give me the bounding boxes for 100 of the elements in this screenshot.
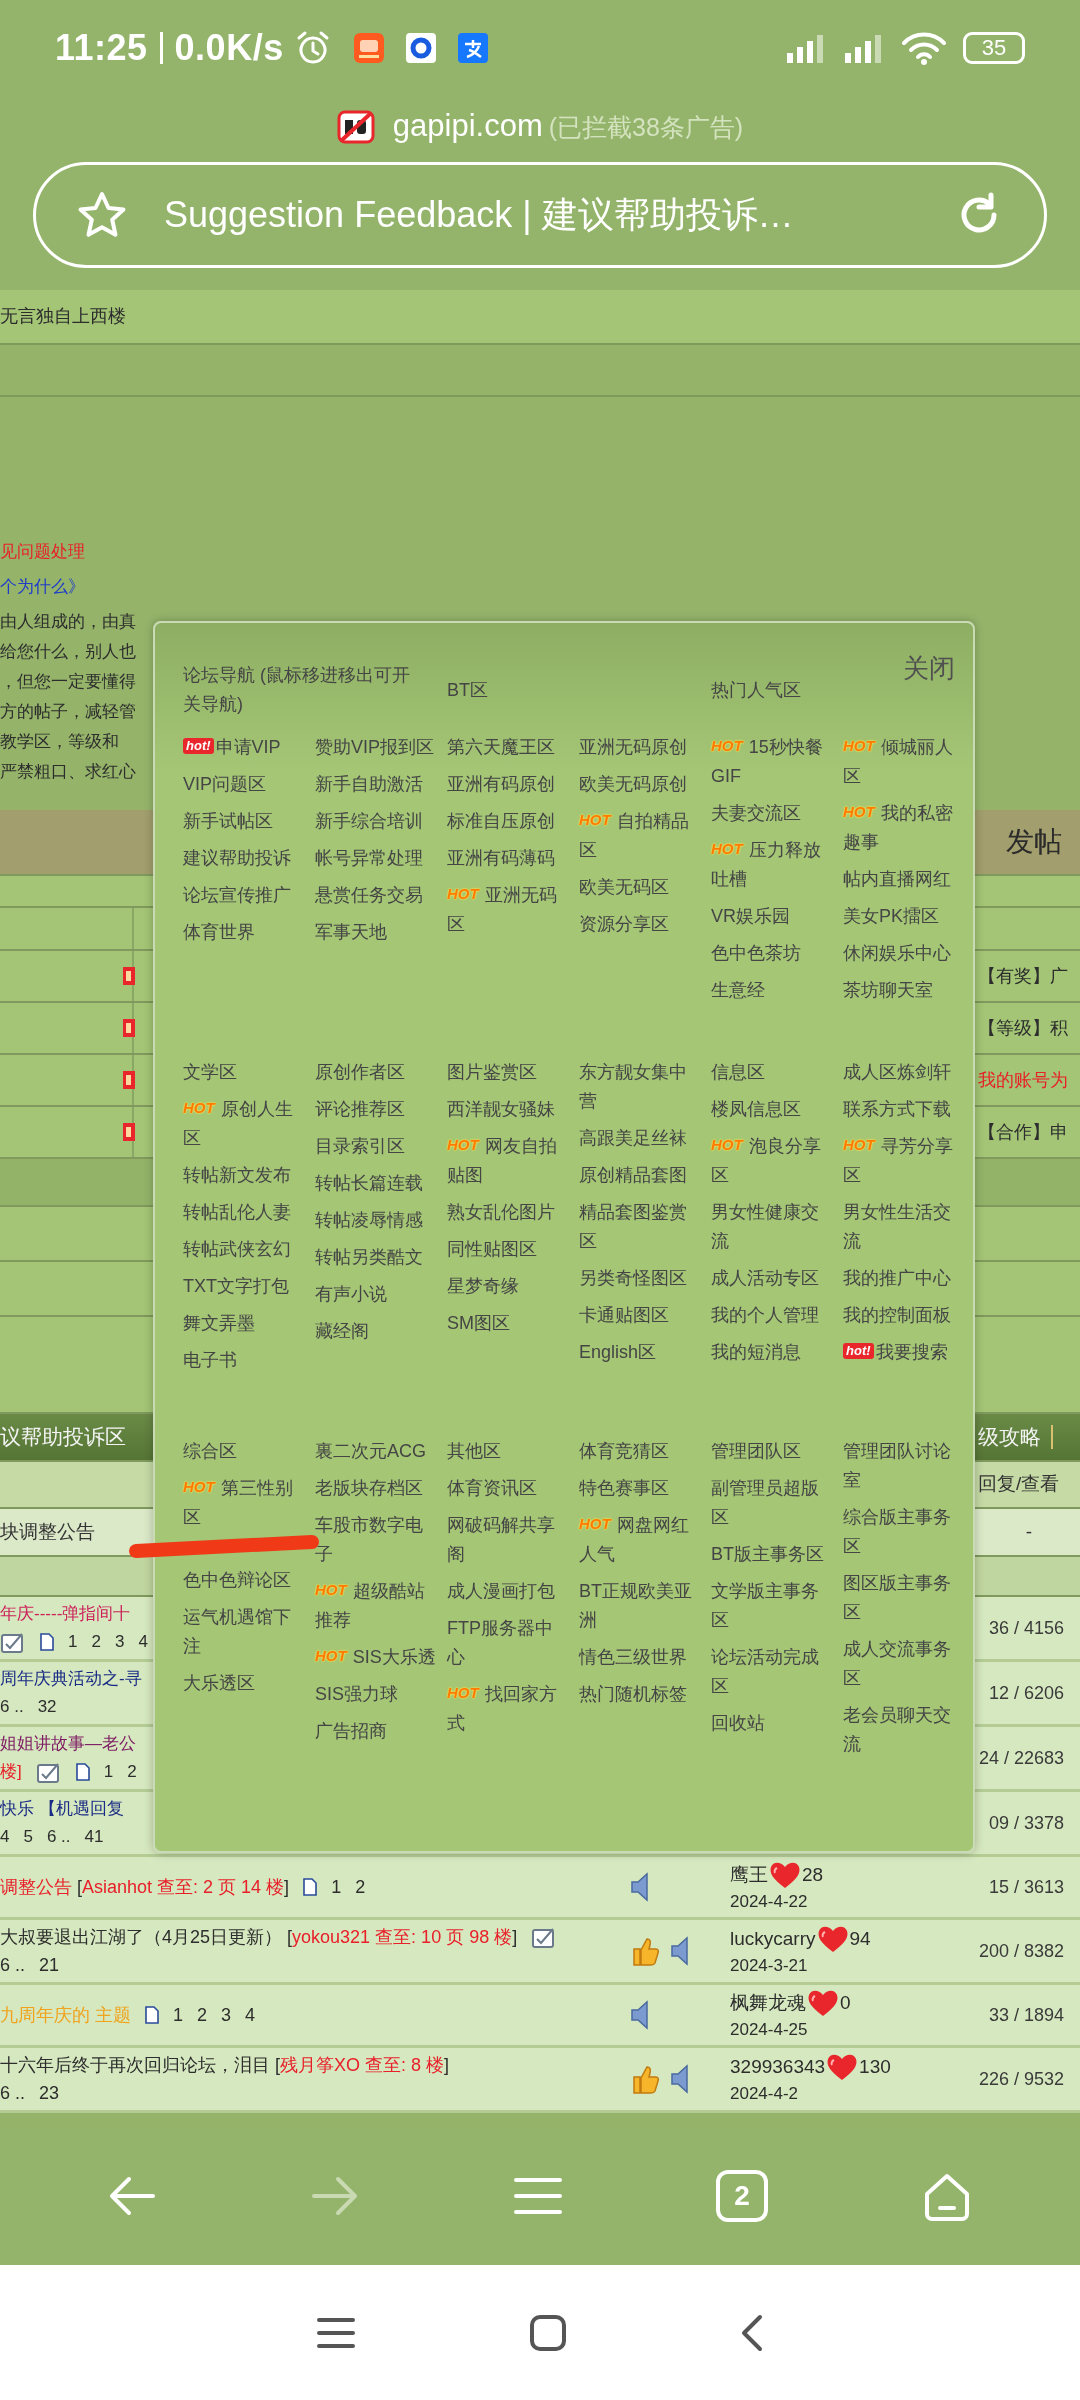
- menu-link[interactable]: 大乐透区: [183, 1665, 305, 1702]
- menu-link[interactable]: 文学版主事务区: [711, 1573, 833, 1639]
- menu-link[interactable]: 帐号异常处理: [315, 840, 437, 877]
- forward-icon[interactable]: [309, 2174, 360, 2218]
- announcement-link[interactable]: 【等级】积: [978, 1014, 1080, 1042]
- menu-link[interactable]: 转帖长篇连载: [315, 1165, 437, 1202]
- menu-link[interactable]: 舞文弄墨: [183, 1305, 305, 1342]
- menu-link[interactable]: 原创精品套图: [579, 1157, 701, 1194]
- menu-link[interactable]: 东方靓女集中营: [579, 1054, 701, 1120]
- menu-link[interactable]: 老会员聊天交流: [843, 1697, 965, 1763]
- menu-link[interactable]: 综合版主事务区: [843, 1499, 965, 1565]
- thread-title[interactable]: 调整公告 [Asianhot 查至: 2 页 14 楼]: [0, 1873, 290, 1901]
- menu-link[interactable]: 副管理员超版区: [711, 1470, 833, 1536]
- menu-icon[interactable]: [316, 2315, 357, 2350]
- menu-link[interactable]: 老版块存档区: [315, 1470, 437, 1507]
- menu-link[interactable]: 广告招商: [315, 1713, 437, 1750]
- menu-link[interactable]: 欧美无码原创: [579, 766, 701, 803]
- page-link[interactable]: 2: [355, 1873, 366, 1901]
- menu-link[interactable]: SM图区: [447, 1305, 569, 1342]
- menu-link[interactable]: 特色赛事区: [579, 1470, 701, 1507]
- menu-link[interactable]: 体育世界: [183, 914, 305, 951]
- menu-link[interactable]: 标准自压原创: [447, 803, 569, 840]
- menu-link[interactable]: HOT 亚洲无码区: [447, 877, 569, 943]
- menu-link[interactable]: HOT 找回家方式: [447, 1676, 569, 1742]
- page-link[interactable]: 3: [114, 1628, 125, 1656]
- thread-title[interactable]: 姐姐讲故事—老公: [0, 1730, 136, 1758]
- page-link[interactable]: 6 ..: [46, 1823, 71, 1851]
- page-link[interactable]: 2: [91, 1628, 101, 1656]
- menu-link[interactable]: HOT 我的私密趣事: [843, 795, 965, 861]
- guide-link[interactable]: 级攻略: [978, 1421, 1041, 1453]
- menu-link[interactable]: VR娱乐园: [711, 898, 833, 935]
- menu-link[interactable]: 男女性健康交流: [711, 1194, 833, 1260]
- menu-link[interactable]: 生意经: [711, 972, 833, 1009]
- menu-link[interactable]: 有声小说: [315, 1276, 437, 1313]
- menu-link[interactable]: BT正规欧美亚洲: [579, 1573, 701, 1639]
- menu-link[interactable]: HOT 网友自拍贴图: [447, 1128, 569, 1194]
- menu-link[interactable]: 茶坊聊天室: [843, 972, 965, 1009]
- menu-link[interactable]: 转帖武侠玄幻: [183, 1231, 305, 1268]
- menu-link[interactable]: 新手自助激活: [315, 766, 437, 803]
- menu-link[interactable]: 欧美无码区: [579, 869, 701, 906]
- page-link[interactable]: 6 ..: [0, 1951, 25, 1979]
- menu-link[interactable]: 休闲娱乐中心: [843, 935, 965, 972]
- home-icon[interactable]: [529, 2313, 567, 2352]
- menu-link[interactable]: HOT 第三性别区: [183, 1470, 305, 1536]
- page-link[interactable]: 6 ..: [0, 2079, 25, 2107]
- link[interactable]: 个为什么》: [0, 572, 85, 602]
- menu-link[interactable]: 管理团队讨论室: [843, 1433, 965, 1499]
- menu-link[interactable]: VIP问题区: [183, 766, 305, 803]
- page-link[interactable]: 1: [103, 1758, 114, 1786]
- page-link[interactable]: 1: [68, 1628, 78, 1656]
- menu-link[interactable]: 联系方式下载: [843, 1091, 965, 1128]
- menu-link[interactable]: 楼凤信息区: [711, 1091, 833, 1128]
- menu-link[interactable]: 转帖另类酷文: [315, 1239, 437, 1276]
- menu-link[interactable]: 运气机遇馆下注: [183, 1599, 305, 1665]
- menu-link[interactable]: 我的推广中心: [843, 1260, 965, 1297]
- page-link[interactable]: 1: [173, 2001, 184, 2029]
- menu-link[interactable]: 回收站: [711, 1705, 833, 1742]
- page-link[interactable]: 4: [0, 1823, 10, 1851]
- menu-link[interactable]: 成人活动专区: [711, 1260, 833, 1297]
- page-link[interactable]: 6 ..: [0, 1693, 24, 1721]
- announcement-link[interactable]: 【有奖】广: [978, 962, 1080, 990]
- menu-link[interactable]: 体育竞猜区: [579, 1433, 701, 1470]
- menu-link[interactable]: 我的控制面板: [843, 1297, 965, 1334]
- menu-link[interactable]: HOT 寻芳分享区: [843, 1128, 965, 1194]
- menu-link[interactable]: 裏二次元ACG: [315, 1433, 437, 1470]
- menu-link[interactable]: 卡通贴图区: [579, 1297, 701, 1334]
- menu-link[interactable]: 同性贴图区: [447, 1231, 569, 1268]
- menu-link[interactable]: 藏经阁: [315, 1313, 437, 1350]
- menu-link[interactable]: HOT 超级酷站推荐: [315, 1573, 437, 1639]
- menu-link[interactable]: FTP服务器中心: [447, 1610, 569, 1676]
- menu-link[interactable]: 另类奇怪图区: [579, 1260, 701, 1297]
- menu-link[interactable]: 成人区炼剑轩: [843, 1054, 965, 1091]
- menu-link[interactable]: HOT 网盘网红人气: [579, 1507, 701, 1573]
- page-link[interactable]: 23: [39, 2079, 60, 2107]
- page-link[interactable]: 4: [245, 2001, 256, 2029]
- page-link[interactable]: 2: [127, 1758, 137, 1786]
- menu-link[interactable]: HOT 原创人生区: [183, 1091, 305, 1157]
- menu-link[interactable]: 转帖乱伦人妻: [183, 1194, 305, 1231]
- menu-link[interactable]: 军事天地: [315, 914, 437, 951]
- menu-link[interactable]: 网破码解共享阁: [447, 1507, 569, 1573]
- menu-link[interactable]: 亚洲无码原创: [579, 729, 701, 766]
- menu-link[interactable]: 资源分享区: [579, 906, 701, 943]
- menu-link[interactable]: 论坛活动完成区: [711, 1639, 833, 1705]
- menu-link[interactable]: 评论推荐区: [315, 1091, 437, 1128]
- announcement-link[interactable]: 【合作】申: [978, 1118, 1080, 1146]
- menu-link[interactable]: 高跟美足丝袜: [579, 1120, 701, 1157]
- menu-link[interactable]: 第六天魔王区: [447, 729, 569, 766]
- menu-link[interactable]: HOT 泡良分享区: [711, 1128, 833, 1194]
- menu-link[interactable]: 车股市数字电子: [315, 1507, 437, 1573]
- thread-title[interactable]: 楼]: [0, 1758, 22, 1786]
- menu-link[interactable]: 男女性生活交流: [843, 1194, 965, 1260]
- page-link[interactable]: 1: [331, 1873, 342, 1901]
- menu-link[interactable]: 帖内直播网红: [843, 861, 965, 898]
- menu-link[interactable]: 情色三级世界: [579, 1639, 701, 1676]
- page-link[interactable]: 4: [138, 1628, 148, 1656]
- menu-link[interactable]: 星梦奇缘: [447, 1268, 569, 1305]
- menu-link[interactable]: 我的个人管理: [711, 1297, 833, 1334]
- menu-link[interactable]: 精品套图鉴赏区: [579, 1194, 701, 1260]
- menu-link[interactable]: HOT 倾城丽人区: [843, 729, 965, 795]
- menu-link[interactable]: 成人漫画打包: [447, 1573, 569, 1610]
